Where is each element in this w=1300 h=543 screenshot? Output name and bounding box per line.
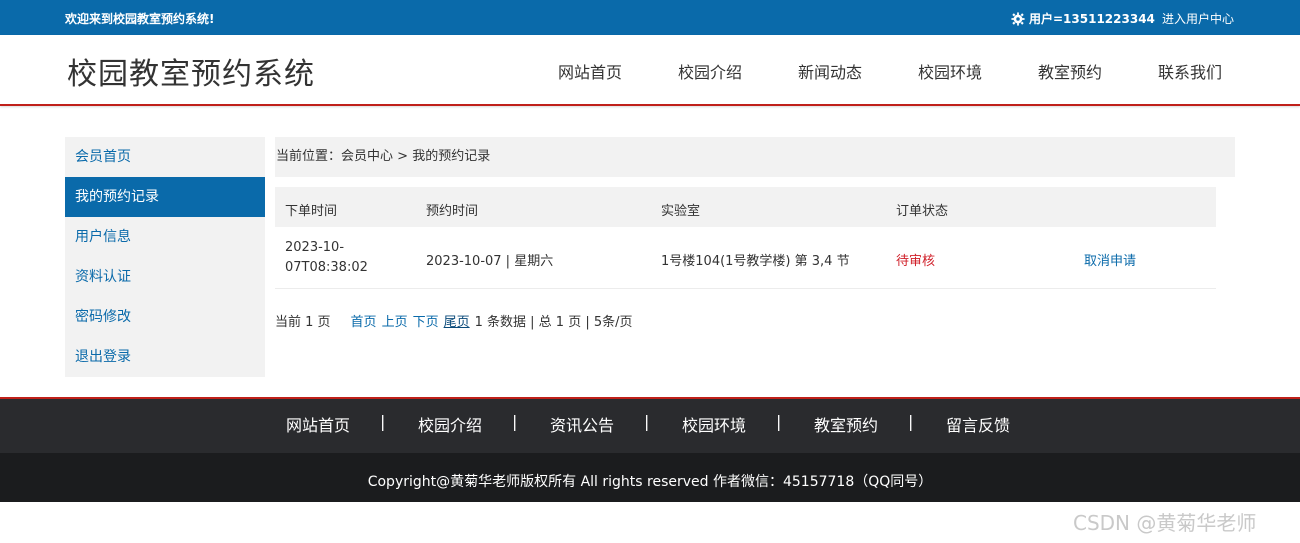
footer-nav-home[interactable]: 网站首页	[286, 412, 350, 436]
footer-separator: |	[512, 412, 518, 431]
order-time-cell: 2023-10- 07T08:38:02	[285, 238, 368, 278]
header-order-time: 下单时间	[285, 204, 338, 219]
footer-nav-feedback[interactable]: 留言反馈	[946, 412, 1010, 436]
footer-separator: |	[776, 412, 782, 431]
header-reserve-time: 预约时间	[426, 204, 479, 219]
sidebar-item-logout[interactable]: 退出登录	[65, 337, 265, 377]
breadcrumb-current: 我的预约记录	[412, 149, 491, 164]
footer-nav-notices[interactable]: 资讯公告	[550, 412, 614, 436]
pager-current: 当前 1 页	[275, 315, 331, 330]
lab-cell: 1号楼104(1号教学楼) 第 3,4 节	[661, 254, 850, 269]
pager-prev[interactable]: 上页	[382, 311, 408, 330]
footer-nav: 网站首页 | 校园介绍 | 资讯公告 | 校园环境 | 教室预约 | 留言反馈	[0, 399, 1300, 453]
table-row: 2023-10- 07T08:38:02 2023-10-07 | 星期六 1号…	[275, 227, 1216, 289]
member-sidebar: 会员首页 我的预约记录 用户信息 资料认证 密码修改 退出登录	[65, 137, 265, 377]
footer-separator: |	[644, 412, 650, 431]
cancel-request-link[interactable]: 取消申请	[1084, 250, 1136, 269]
footer-separator: |	[380, 412, 386, 431]
footer-separator: |	[908, 412, 914, 431]
footer-nav-reservation[interactable]: 教室预约	[814, 412, 878, 436]
nav-home[interactable]: 网站首页	[558, 59, 622, 83]
breadcrumb: 当前位置：会员中心 > 我的预约记录	[275, 137, 1235, 177]
pager-last[interactable]: 尾页	[444, 311, 470, 330]
top-bar: 欢迎来到校园教室预约系统! 用户=13511223344 进入用户中心	[0, 0, 1300, 35]
nav-environment[interactable]: 校园环境	[918, 59, 982, 83]
pager-summary: 1 条数据 | 总 1 页 | 5条/页	[474, 315, 633, 330]
sidebar-item-verification[interactable]: 资料认证	[65, 257, 265, 297]
watermark: CSDN @黄菊华老师	[1073, 511, 1257, 535]
table-header: 下单时间 预约时间 实验室 订单状态	[275, 187, 1216, 227]
order-time-date: 2023-10-	[285, 240, 345, 255]
nav-news[interactable]: 新闻动态	[798, 59, 862, 83]
breadcrumb-separator: >	[393, 149, 413, 164]
breadcrumb-prefix: 当前位置：	[276, 149, 342, 164]
pagination: 当前 1 页 首页 上页 下页 尾页 1 条数据 | 总 1 页 | 5条/页	[275, 311, 633, 330]
sidebar-item-user-info[interactable]: 用户信息	[65, 217, 265, 257]
user-phone: 用户=13511223344	[1029, 12, 1155, 26]
order-time-clock: 07T08:38:02	[285, 260, 368, 275]
nav-reservation[interactable]: 教室预约	[1038, 59, 1102, 83]
pager-first[interactable]: 首页	[351, 311, 377, 330]
reservation-table: 下单时间 预约时间 实验室 订单状态 2023-10- 07T08:38:02 …	[275, 187, 1216, 289]
sidebar-item-change-password[interactable]: 密码修改	[65, 297, 265, 337]
nav-contact[interactable]: 联系我们	[1158, 59, 1222, 83]
breadcrumb-member-center[interactable]: 会员中心	[341, 137, 393, 177]
footer-nav-about[interactable]: 校园介绍	[418, 412, 482, 436]
header-status: 订单状态	[896, 204, 949, 219]
site-title[interactable]: 校园教室预约系统	[67, 49, 315, 93]
site-footer: 网站首页 | 校园介绍 | 资讯公告 | 校园环境 | 教室预约 | 留言反馈 …	[0, 397, 1300, 502]
sidebar-item-my-reservations[interactable]: 我的预约记录	[65, 177, 265, 217]
welcome-text: 欢迎来到校园教室预约系统!	[65, 12, 215, 26]
gear-icon	[1011, 11, 1025, 26]
sidebar-item-member-home[interactable]: 会员首页	[65, 137, 265, 177]
copyright-text: Copyright@黄菊华老师版权所有 All rights reserved …	[367, 474, 933, 490]
user-center-link[interactable]: 进入用户中心	[1162, 10, 1234, 27]
reserve-time-cell: 2023-10-07 | 星期六	[426, 254, 554, 269]
user-info[interactable]: 用户=13511223344	[1011, 10, 1155, 27]
status-badge: 待审核	[896, 254, 936, 269]
nav-about[interactable]: 校园介绍	[678, 59, 742, 83]
site-header: 校园教室预约系统 网站首页 校园介绍 新闻动态 校园环境 教室预约 联系我们	[0, 35, 1300, 106]
header-lab: 实验室	[661, 204, 701, 219]
pager-next[interactable]: 下页	[413, 311, 439, 330]
footer-nav-environment[interactable]: 校园环境	[682, 412, 746, 436]
